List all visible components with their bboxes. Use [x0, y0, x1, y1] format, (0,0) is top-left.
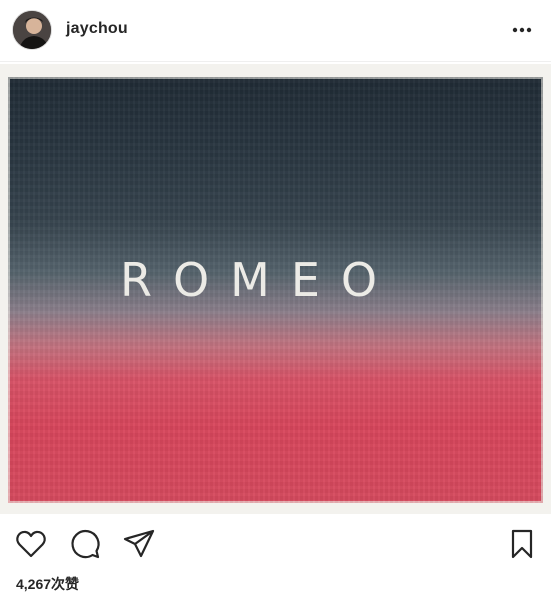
save-button[interactable] — [505, 527, 539, 561]
profile-photo-icon — [13, 11, 51, 49]
post-actions — [0, 524, 551, 564]
avatar[interactable] — [12, 10, 52, 50]
username[interactable]: jaychou — [66, 20, 128, 38]
painting-title: ROMEO — [120, 253, 399, 307]
more-options-icon — [512, 27, 532, 33]
post-photo[interactable]: ROMEO — [0, 64, 551, 514]
post-header: jaychou — [0, 0, 551, 62]
more-options-button[interactable] — [508, 18, 536, 42]
comment-bubble-icon — [71, 530, 100, 559]
like-count[interactable]: 4,267次赞 — [16, 574, 79, 594]
bookmark-icon — [511, 529, 533, 559]
painting: ROMEO — [8, 77, 543, 503]
heart-icon — [16, 530, 46, 558]
like-button[interactable] — [14, 527, 48, 561]
share-button[interactable] — [122, 527, 156, 561]
comment-button[interactable] — [68, 527, 102, 561]
paper-plane-icon — [123, 529, 155, 558]
